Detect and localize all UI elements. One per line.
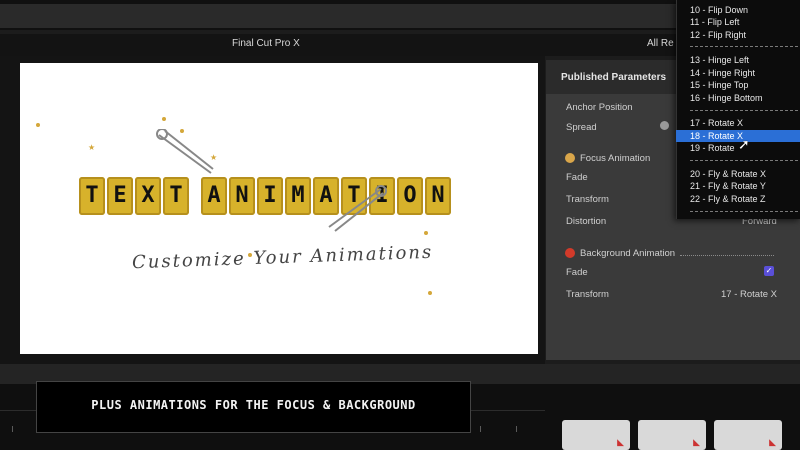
title-letter-tile: O <box>397 177 423 215</box>
title-letter-tile: T <box>163 177 189 215</box>
header-partial-label: All Re <box>647 38 674 49</box>
confetti-dot <box>428 291 432 295</box>
app-title: Final Cut Pro X <box>232 38 300 49</box>
focus-animation-section[interactable]: Focus Animation <box>580 153 650 164</box>
timeline-tick <box>12 426 13 432</box>
title-letter: E <box>113 183 127 208</box>
menu-item[interactable]: 22 - Fly & Rotate Z <box>676 193 800 205</box>
effect-thumbnail[interactable]: ◣ <box>714 420 782 450</box>
confetti-dot <box>248 253 252 257</box>
menu-item[interactable]: 12 - Flip Right <box>676 29 800 41</box>
title-letter: T <box>85 183 99 208</box>
background-animation-section[interactable]: Background Animation <box>580 248 675 259</box>
timeline-tick <box>480 426 481 432</box>
safety-pin-icon <box>328 185 387 232</box>
title-text: T E X T A N I M A T I O N <box>79 177 451 215</box>
focus-fade-label: Fade <box>566 172 588 183</box>
title-letter-tile: M <box>285 177 311 215</box>
menu-item[interactable]: 14 - Hinge Right <box>676 67 800 79</box>
title-letter: N <box>235 183 249 208</box>
menu-separator <box>690 110 798 111</box>
title-letter-tile: X <box>135 177 161 215</box>
title-letter-tile: N <box>229 177 255 215</box>
distortion-label: Distortion <box>566 216 607 227</box>
title-letter: I <box>263 183 277 208</box>
title-letter: N <box>431 183 445 208</box>
menu-item[interactable]: 15 - Hinge Top <box>676 79 800 91</box>
title-letter-tile: N <box>425 177 451 215</box>
bg-transform-popup[interactable]: 17 - Rotate X <box>721 289 777 300</box>
menu-item[interactable]: 13 - Hinge Left <box>676 54 800 66</box>
menu-item[interactable]: 17 - Rotate X <box>676 117 800 129</box>
bg-fade-label: Fade <box>566 267 588 278</box>
background-animation-icon <box>565 248 575 258</box>
viewer-canvas[interactable]: T E X T A N I M A T I O N Customize Your… <box>20 63 538 354</box>
star-icon: ★ <box>210 153 218 162</box>
menu-separator <box>690 211 798 212</box>
confetti-dot <box>36 123 40 127</box>
timeline-tick <box>516 426 517 432</box>
spread-label: Spread <box>566 122 597 133</box>
bg-fade-checkbox[interactable]: ✓ <box>764 266 774 276</box>
focus-animation-icon <box>565 153 575 163</box>
title-space <box>191 177 199 215</box>
title-letter: T <box>169 183 183 208</box>
title-letter: M <box>291 183 305 208</box>
menu-item[interactable]: 16 - Hinge Bottom <box>676 92 800 104</box>
effect-thumbnail[interactable]: ◣ <box>562 420 630 450</box>
section-divider <box>680 255 774 256</box>
pointer-cursor-icon: ➚ <box>738 136 750 152</box>
confetti-dot <box>162 117 166 121</box>
menu-item[interactable]: 20 - Fly & Rotate X <box>676 168 800 180</box>
thumbnail-mark-icon: ◣ <box>617 437 624 447</box>
title-letter: A <box>207 183 221 208</box>
spread-slider[interactable] <box>660 121 669 130</box>
menu-item[interactable]: 21 - Fly & Rotate Y <box>676 180 800 192</box>
title-letter-tile: T <box>79 177 105 215</box>
star-icon: ★ <box>88 143 96 152</box>
title-letter: O <box>403 183 417 208</box>
subtitle-text: Customize Your Animations <box>131 241 434 274</box>
title-letter-tile: A <box>201 177 227 215</box>
caption-text: PLUS ANIMATIONS FOR THE FOCUS & BACKGROU… <box>91 398 416 412</box>
inspector-title: Published Parameters <box>561 72 667 83</box>
anchor-position-label: Anchor Position <box>566 102 633 113</box>
confetti-dot <box>424 231 428 235</box>
confetti-dot <box>180 129 184 133</box>
safety-pin-icon <box>156 129 214 174</box>
thumbnail-mark-icon: ◣ <box>693 437 700 447</box>
menu-item[interactable]: 10 - Flip Down <box>676 4 800 16</box>
focus-transform-label: Transform <box>566 194 609 205</box>
bg-transform-label: Transform <box>566 289 609 300</box>
title-letter-tile: E <box>107 177 133 215</box>
title-letter-tile: I <box>257 177 283 215</box>
effect-thumbnail[interactable]: ◣ <box>638 420 706 450</box>
menu-separator <box>690 46 798 47</box>
menu-item[interactable]: 11 - Flip Left <box>676 16 800 28</box>
title-letter: X <box>141 183 155 208</box>
thumbnail-mark-icon: ◣ <box>769 437 776 447</box>
menu-separator <box>690 160 798 161</box>
